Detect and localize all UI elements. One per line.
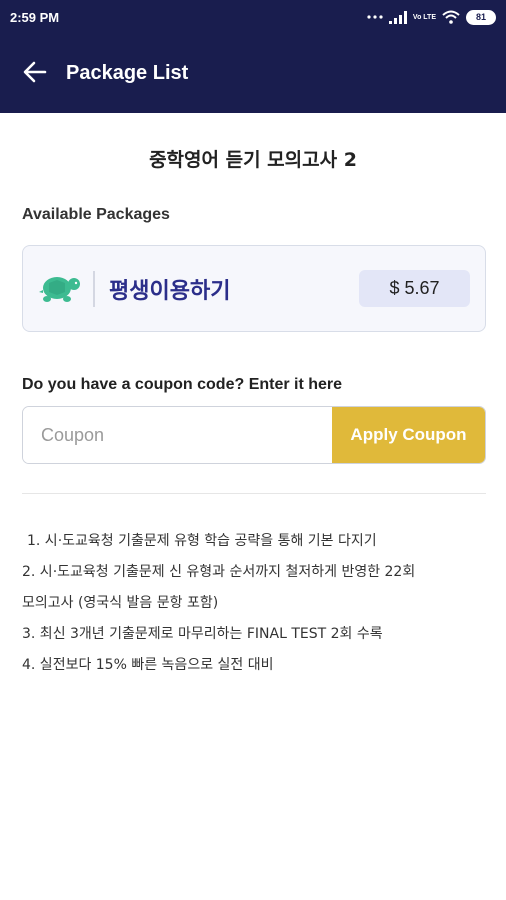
volte-icon: Vo LTE <box>412 13 436 21</box>
arrow-left-icon <box>23 61 47 87</box>
available-packages-heading: Available Packages <box>22 206 170 223</box>
feature-item: 모의고사 (영국식 발음 문항 포함) <box>22 595 219 611</box>
app-bar: Package List <box>0 34 506 113</box>
status-icons: Vo LTE 81 <box>367 9 496 25</box>
coupon-prompt: Do you have a coupon code? Enter it here <box>22 376 343 393</box>
feature-item: 1. 시·도교육청 기출문제 유형 학습 공략을 통해 기본 다지기 <box>27 533 377 549</box>
course-title: 중학영어 듣기 모의고사 2 <box>149 149 357 171</box>
page-title: Package List <box>66 62 189 84</box>
feature-list: 1. 시·도교육청 기출문제 유형 학습 공략을 통해 기본 다지기 2. 시·… <box>22 526 492 681</box>
package-card[interactable]: 평생이용하기 $ 5.67 <box>22 245 486 332</box>
signal-icon <box>388 10 407 24</box>
divider <box>22 493 486 494</box>
feature-item: 2. 시·도교육청 기출문제 신 유형과 순서까지 철저하게 반영한 22회 <box>22 564 416 580</box>
package-name: 평생이용하기 <box>109 278 231 304</box>
battery-icon: 81 <box>466 9 496 25</box>
turtle-icon <box>37 274 83 304</box>
coupon-input[interactable] <box>23 407 332 463</box>
price-badge: $ 5.67 <box>359 270 470 307</box>
feature-item: 3. 최신 3개년 기출문제로 마무리하는 FINAL TEST 2회 수록 <box>22 626 383 642</box>
dots-icon <box>367 14 383 20</box>
card-divider <box>93 270 95 307</box>
back-button[interactable] <box>0 34 70 113</box>
status-bar: 2:59 PM Vo LTE 81 <box>0 0 506 34</box>
status-time: 2:59 PM <box>10 9 60 25</box>
coupon-row: Apply Coupon <box>22 406 486 464</box>
apply-coupon-button[interactable]: Apply Coupon <box>332 407 485 463</box>
feature-item: 4. 실전보다 15% 빠른 녹음으로 실전 대비 <box>22 657 274 673</box>
wifi-icon <box>442 10 460 24</box>
